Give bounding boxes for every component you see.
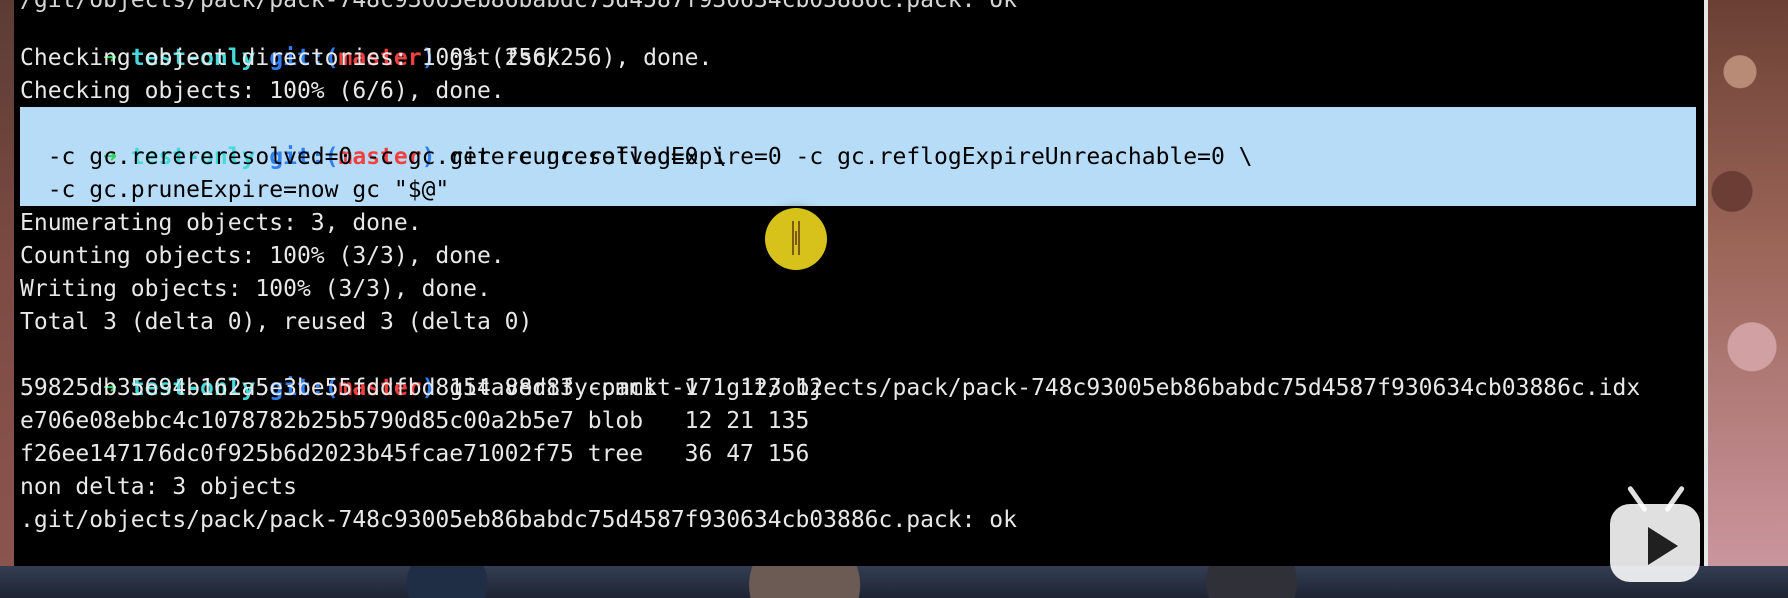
prompt-line-verify-pack: ➜ test-only git:(master) git verify-pack… xyxy=(20,339,1640,401)
play-icon xyxy=(1648,527,1678,565)
output-line: Checking object directories: 100% (256/2… xyxy=(20,45,713,71)
mouse-position-highlight xyxy=(765,208,827,270)
verify-pack-row: 59825db35694b162a5e3be55fddfbd8154a88d83… xyxy=(20,375,824,401)
verify-pack-row: e706e08ebbc4c1078782b25b5790d85c00a2b5e7… xyxy=(20,408,810,434)
screen-capture: /git/objects/pack/pack-748c93005eb86babd… xyxy=(0,0,1788,598)
output-line: Counting objects: 100% (3/3), done. xyxy=(20,243,505,269)
verify-summary-line: non delta: 3 objects xyxy=(20,474,297,500)
video-play-button[interactable] xyxy=(1610,480,1706,588)
desktop-background-right xyxy=(1708,0,1788,598)
output-line: Writing objects: 100% (3/3), done. xyxy=(20,276,491,302)
active-prompt-line[interactable]: ➜ test-only git:(master) xyxy=(20,537,461,566)
prompt-line-gc: ➜ test-only git:(master) git -c gc.reflo… xyxy=(20,108,1252,170)
verify-pack-row: f26ee147176dc0f925b6d2023b45fcae71002f75… xyxy=(20,441,810,467)
verify-summary-line: .git/objects/pack/pack-748c93005eb86babd… xyxy=(20,507,1017,533)
selected-command-line[interactable]: -c gc.rerereresolved=0 -c gc.rerereunres… xyxy=(20,141,727,174)
text-cursor-icon xyxy=(792,221,800,255)
terminal-window[interactable]: /git/objects/pack/pack-748c93005eb86babd… xyxy=(14,0,1708,566)
selected-command-line[interactable]: -c gc.pruneExpire=now gc "$@" xyxy=(20,174,450,207)
output-line: Total 3 (delta 0), reused 3 (delta 0) xyxy=(20,309,533,335)
output-line: Checking objects: 100% (6/6), done. xyxy=(20,78,505,104)
desktop-background-bottom xyxy=(0,566,1788,598)
prompt-line-fsck: ➜ test-only git:(master) git fsck xyxy=(20,9,560,71)
output-line: Enumerating objects: 3, done. xyxy=(20,210,422,236)
